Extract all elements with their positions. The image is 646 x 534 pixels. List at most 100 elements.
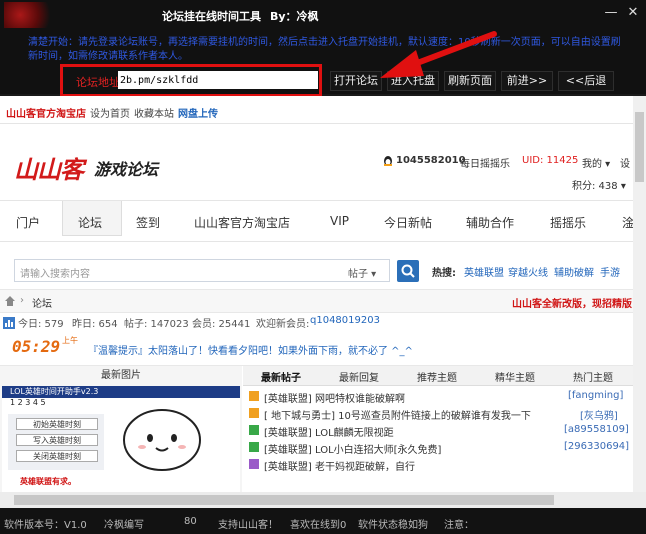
search-button[interactable] <box>397 260 419 282</box>
newest-member-link[interactable]: q1048019203 <box>310 315 380 326</box>
stats-icon <box>3 317 15 329</box>
settings-link[interactable]: 设 <box>620 155 630 170</box>
cloud-upload-link[interactable]: 网盘上传 <box>178 105 218 120</box>
tab-hot[interactable]: 热门主题 <box>573 369 613 384</box>
status-note: 注意： <box>444 520 474 531</box>
thread-author[interactable]: [灰乌鸦] <box>580 407 618 422</box>
tab-latest-replies[interactable]: 最新回复 <box>339 369 379 384</box>
latest-images-title: 最新图片 <box>101 370 141 381</box>
thread-title[interactable]: [英雄联盟] 网吧特权谁能破解啊 <box>264 390 405 405</box>
slide-pager[interactable]: 1 2 3 4 5 <box>10 398 46 407</box>
close-button[interactable]: ✕ <box>624 4 642 22</box>
thread-row[interactable]: [英雄联盟] LOL麒麟无限视距 [a89558109] <box>246 422 633 439</box>
status-bar: 软件版本号：V1.0 冷枫编写 80 支持山山客！ 喜欢在线到0 软件状态稳如狗… <box>0 508 646 534</box>
horizontal-scroll-thumb[interactable] <box>14 495 554 505</box>
forward-button[interactable]: 前进>> <box>501 71 553 91</box>
banner-clock-ampm: 上午 <box>62 336 78 345</box>
back-button[interactable]: <<后退 <box>558 71 614 91</box>
nav-more[interactable]: 淦 <box>622 214 633 231</box>
search-icon <box>401 264 415 278</box>
widget-btn-close[interactable]: 关闭英雄时刻 <box>16 450 98 462</box>
breadcrumb-separator: › <box>20 295 24 306</box>
app-logo <box>4 2 58 28</box>
thread-title[interactable]: [ 地下城与勇士] 10号巡查员附件链接上的破解谁有发我一下 <box>264 407 531 422</box>
nav-new-posts[interactable]: 今日新帖 <box>384 214 432 231</box>
thread-row[interactable]: [ 地下城与勇士] 10号巡查员附件链接上的破解谁有发我一下 [灰乌鸦] <box>246 405 633 422</box>
nav-shop[interactable]: 山山客官方淘宝店 <box>194 214 290 231</box>
favorite-link[interactable]: 收藏本站 <box>134 105 174 120</box>
stat-posts: 帖子: 147023 <box>124 319 189 330</box>
widget-btn-init[interactable]: 初始英雄时刻 <box>16 418 98 430</box>
thread-title[interactable]: [英雄联盟] LOL小白连招大师[永久免费] <box>264 441 441 456</box>
vertical-scroll-thumb[interactable] <box>635 112 644 182</box>
thread-row[interactable]: [英雄联盟] 网吧特权谁能破解啊 [fangming] <box>246 388 633 405</box>
tab-recommended[interactable]: 推荐主题 <box>417 369 457 384</box>
home-icon[interactable] <box>4 295 16 307</box>
thread-title[interactable]: [英雄联盟] 老干妈视距破解，自行 <box>264 458 415 473</box>
window-title: 论坛挂在线时间工具 <box>162 10 261 23</box>
stat-members: 会员: 25441 <box>192 319 251 330</box>
thread-icon <box>249 391 259 401</box>
nav-portal[interactable]: 门户 <box>16 214 40 231</box>
thread-row[interactable]: [英雄联盟] LOL小白连招大师[永久免费] [296330694] <box>246 439 633 456</box>
daily-shake-link[interactable]: 每日摇摇乐 <box>460 155 510 170</box>
breadcrumb: › 论坛 山山客全新改版，现招精版 <box>0 289 633 313</box>
status-support: 支持山山客！ <box>218 520 278 531</box>
user-uid: UID: 11425 <box>522 155 579 166</box>
post-tabs: 最新帖子 最新回复 推荐主题 精华主题 热门主题 <box>243 366 633 386</box>
thread-author[interactable]: [296330694] <box>564 441 629 452</box>
tab-latest-posts[interactable]: 最新帖子 <box>261 369 301 384</box>
nav-shake[interactable]: 摇摇乐 <box>550 214 586 231</box>
site-topbar: 山山客官方淘宝店 设为首页 收藏本站 网盘上传 <box>0 96 633 124</box>
tab-digest[interactable]: 精华主题 <box>495 369 535 384</box>
logo-subtext: 游戏论坛 <box>94 160 159 179</box>
set-home-link[interactable]: 设为首页 <box>90 105 130 120</box>
thread-author[interactable]: [a89558109] <box>564 424 629 435</box>
breadcrumb-forum[interactable]: 论坛 <box>32 295 52 310</box>
site-logo[interactable]: 山山客 游戏论坛 <box>14 150 166 184</box>
hot-search-label: 热搜: <box>432 268 456 279</box>
widget-btn-write[interactable]: 写入英雄时刻 <box>16 434 98 446</box>
search-type-select[interactable]: 帖子 ▾ <box>348 265 376 280</box>
hot-item[interactable]: 英雄联盟 <box>464 264 504 279</box>
thread-icon <box>249 442 259 452</box>
status-online: 喜欢在线到0 <box>290 520 347 531</box>
open-forum-button[interactable]: 打开论坛 <box>330 71 382 91</box>
main-nav: 门户 论坛 签到 山山客官方淘宝店 VIP 今日新帖 辅助合作 摇摇乐 淦 <box>0 200 633 242</box>
hot-item[interactable]: 手游 <box>600 264 620 279</box>
image-slide[interactable]: LOL英雄时间开助手v2.3 1 2 3 4 5 初始英雄时刻 写入英雄时刻 关… <box>2 386 240 492</box>
thread-title[interactable]: [英雄联盟] LOL麒麟无限视距 <box>264 424 394 439</box>
nav-cooperation[interactable]: 辅助合作 <box>466 214 514 231</box>
promo-text[interactable]: 山山客全新改版，现招精版 <box>512 295 632 310</box>
status-count: 80 <box>184 516 197 527</box>
minimize-button[interactable]: — <box>602 4 620 22</box>
banner-text: 『温馨提示』太阳落山了！快看看夕阳吧！如果外面下雨，就不必了 ^_^ <box>88 346 413 357</box>
thread-author[interactable]: [fangming] <box>568 390 623 401</box>
points-menu[interactable]: 积分: 438 ▾ <box>572 177 626 192</box>
red-arrow-annotation <box>380 31 497 78</box>
my-menu[interactable]: 我的 ▾ <box>582 155 610 170</box>
hot-item[interactable]: 穿越火线 <box>508 264 548 279</box>
qq-number[interactable]: 1045582010 <box>396 155 466 166</box>
latest-images-panel: 最新图片 LOL英雄时间开助手v2.3 1 2 3 4 5 初始英雄时刻 写入英… <box>0 366 242 492</box>
logo-text: 山山客 <box>14 156 84 184</box>
newest-member-label: 欢迎新会员: <box>256 319 310 330</box>
stat-yesterday: 昨日: 654 <box>72 319 118 330</box>
usage-notice: 清楚开始：请先登录论坛账号，再选择需要挂机的时间，然后点击进入托盘开始挂机，默认… <box>0 30 646 68</box>
thread-icon <box>249 459 259 469</box>
hot-item[interactable]: 辅助破解 <box>554 264 594 279</box>
nav-checkin[interactable]: 签到 <box>136 214 160 231</box>
qq-icon <box>382 155 394 170</box>
thread-row[interactable]: [英雄联盟] 老干妈视距破解，自行 <box>246 456 633 473</box>
window-author: By：冷枫 <box>270 10 319 23</box>
cartoon-mascot-image <box>123 409 201 471</box>
shop-link[interactable]: 山山客官方淘宝店 <box>6 105 86 120</box>
thread-icon <box>249 408 259 418</box>
widget-footer: 英雄联盟有求。 <box>20 477 76 486</box>
notice-banner: 05:29 上午 『温馨提示』太阳落山了！快看看夕阳吧！如果外面下雨，就不必了 … <box>0 333 633 366</box>
widget-title: LOL英雄时间开助手v2.3 <box>10 387 99 396</box>
browser-view[interactable]: 山山客官方淘宝店 设为首页 收藏本站 网盘上传 山山客 游戏论坛 1045582… <box>0 96 633 492</box>
nav-vip[interactable]: VIP <box>330 214 349 228</box>
highlight-box <box>60 64 322 97</box>
nav-forum[interactable]: 论坛 <box>78 214 102 231</box>
